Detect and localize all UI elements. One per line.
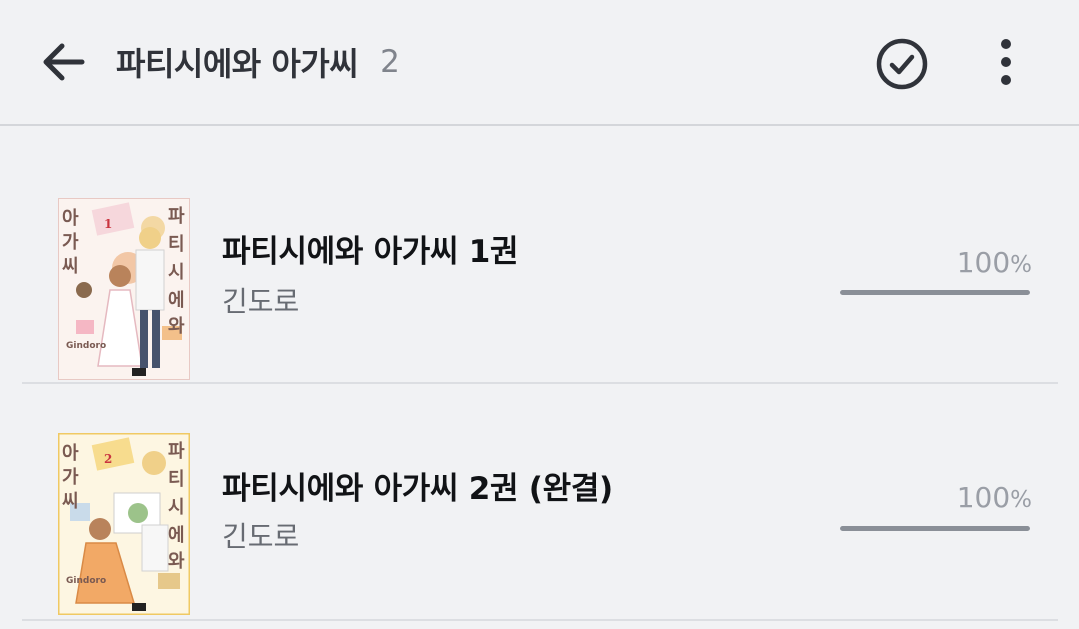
svg-text:와: 와 — [168, 551, 185, 572]
svg-text:1: 1 — [104, 217, 112, 231]
svg-text:시: 시 — [168, 262, 185, 283]
svg-text:에: 에 — [168, 290, 185, 311]
more-options-button[interactable] — [982, 36, 1030, 88]
reading-progress-bar — [840, 526, 1030, 531]
svg-text:가: 가 — [62, 467, 79, 488]
book-author: 긴도로 — [222, 285, 300, 318]
reading-progress-fill — [840, 526, 1030, 531]
reading-progress-bar — [840, 290, 1030, 295]
book-cover: 2 아 가 씨 파 티 시 에 와 Gindoro — [58, 433, 190, 615]
reading-progress-text: 100% — [957, 481, 1032, 514]
more-vertical-icon — [1001, 39, 1011, 85]
svg-text:티: 티 — [168, 234, 185, 255]
svg-text:Gindoro: Gindoro — [66, 341, 106, 351]
book-title: 파티시에와 아가씨 1권 — [222, 234, 519, 270]
svg-text:에: 에 — [168, 525, 185, 546]
progress-value: 100 — [956, 481, 1011, 514]
page-title: 파티시에와 아가씨 — [116, 45, 359, 83]
arrow-left-icon — [43, 43, 85, 81]
svg-text:Gindoro: Gindoro — [66, 576, 106, 586]
book-title: 파티시에와 아가씨 2권 (완결) — [222, 471, 613, 507]
reading-progress-fill — [840, 290, 1030, 295]
svg-text:시: 시 — [168, 497, 185, 518]
app-bar: 파티시에와 아가씨 2 — [0, 0, 1079, 126]
book-list-item[interactable]: 2 아 가 씨 파 티 시 에 와 Gindoro 파티시에와 아가씨 2권 (… — [22, 433, 1058, 621]
svg-text:파: 파 — [168, 206, 185, 227]
svg-text:와: 와 — [168, 316, 185, 337]
select-mode-button[interactable] — [873, 35, 931, 93]
svg-text:씨: 씨 — [62, 491, 79, 512]
book-count: 2 — [380, 44, 400, 80]
book-author: 긴도로 — [222, 520, 300, 553]
svg-text:씨: 씨 — [62, 256, 79, 277]
title-group: 파티시에와 아가씨 2 — [116, 36, 400, 88]
progress-unit: % — [1010, 252, 1032, 278]
progress-unit: % — [1010, 487, 1032, 513]
book-series-screen: 파티시에와 아가씨 2 1 아 가 씨 파 티 시 에 와 Gindoro 파티… — [0, 0, 1079, 629]
reading-progress-text: 100% — [957, 246, 1032, 279]
check-circle-icon — [876, 38, 928, 90]
svg-text:티: 티 — [168, 469, 185, 490]
svg-text:아: 아 — [62, 443, 79, 464]
svg-text:파: 파 — [168, 441, 185, 462]
svg-text:가: 가 — [62, 232, 79, 253]
back-button[interactable] — [38, 36, 90, 88]
book-list-item[interactable]: 1 아 가 씨 파 티 시 에 와 Gindoro 파티시에와 아가씨 1권 긴… — [22, 198, 1058, 384]
book-cover-illustration: 1 아 가 씨 파 티 시 에 와 Gindoro — [58, 198, 190, 380]
book-cover: 1 아 가 씨 파 티 시 에 와 Gindoro — [58, 198, 190, 380]
book-cover-illustration: 2 아 가 씨 파 티 시 에 와 Gindoro — [58, 433, 190, 615]
progress-value: 100 — [956, 246, 1011, 279]
svg-text:2: 2 — [104, 452, 112, 466]
svg-text:아: 아 — [62, 208, 79, 229]
